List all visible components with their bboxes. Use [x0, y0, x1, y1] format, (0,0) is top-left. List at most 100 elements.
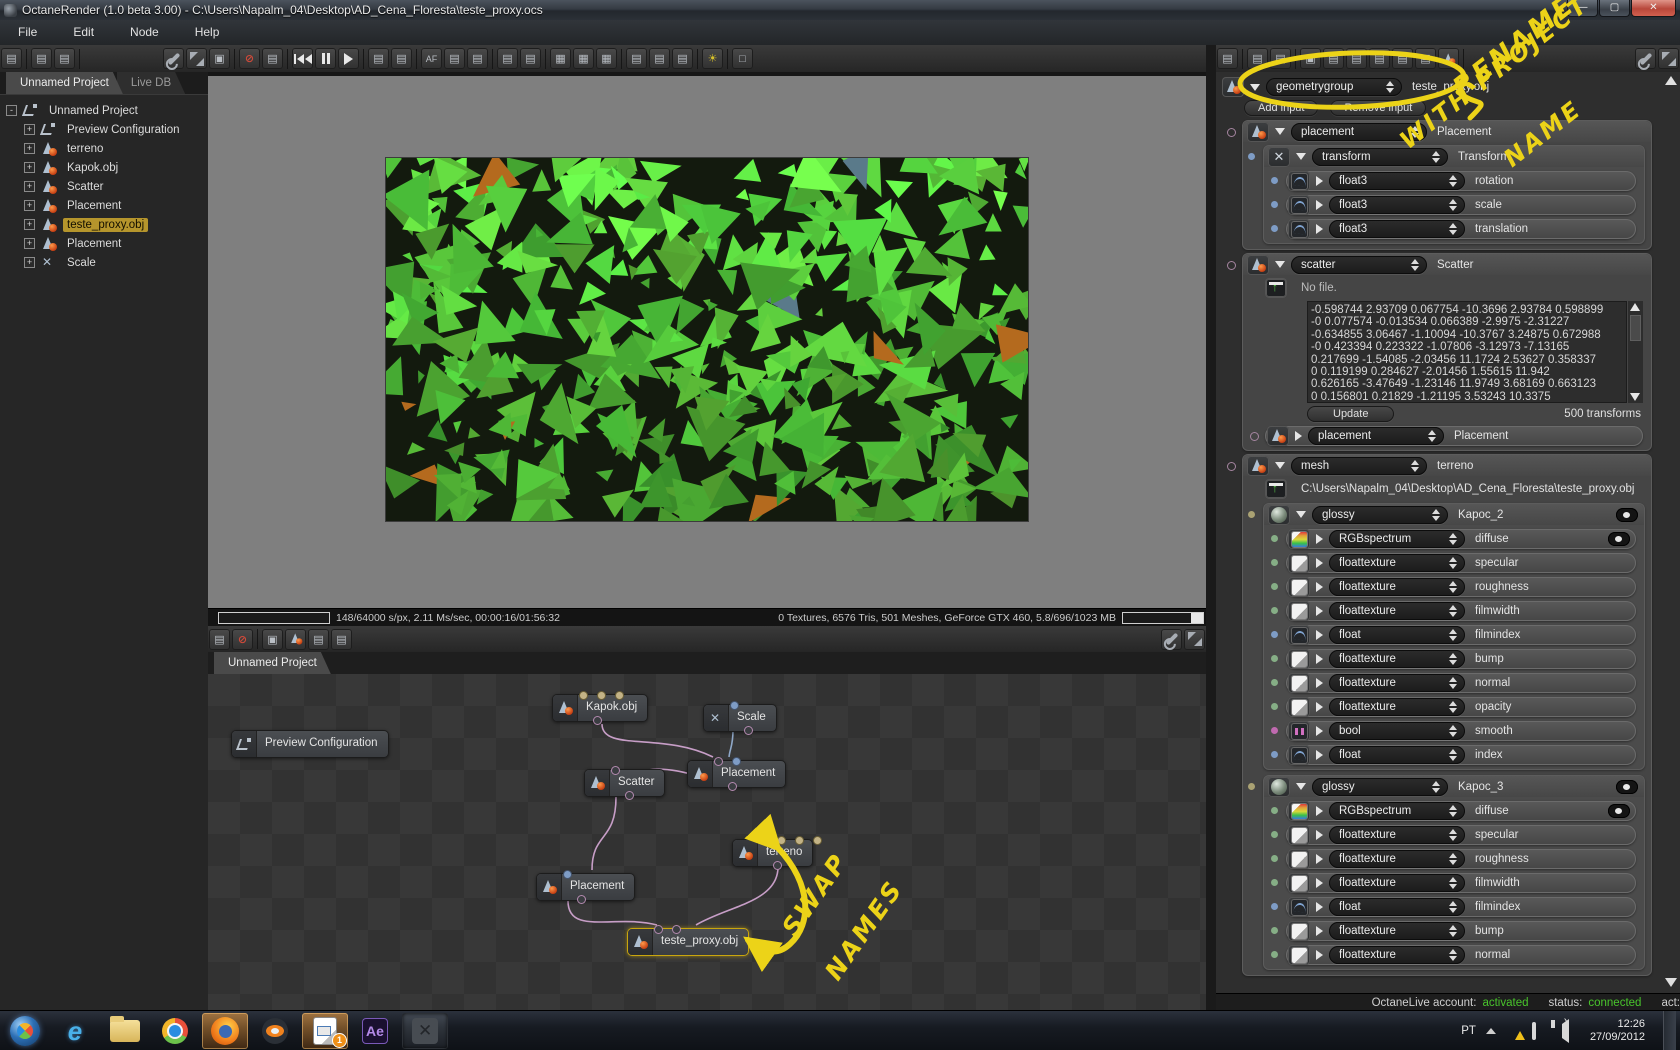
param-row-filmwidth[interactable]: floattexture filmwidth — [1271, 873, 1636, 893]
menu-help[interactable]: Help — [177, 20, 238, 45]
expand-icon[interactable] — [186, 48, 207, 69]
image-node-icon[interactable]: ▣ — [1300, 48, 1321, 69]
pin-icon[interactable] — [1271, 703, 1278, 710]
param-row-rotation[interactable]: float3 rotation — [1271, 171, 1636, 191]
input-pin[interactable] — [579, 691, 588, 700]
group-header[interactable]: glossy Kapoc_2 — [1248, 504, 1644, 525]
pin-icon[interactable] — [1271, 535, 1278, 542]
type-dropdown[interactable]: bool — [1329, 722, 1465, 740]
camera-node-icon[interactable]: ▤ — [1323, 48, 1344, 69]
pause-icon[interactable] — [315, 48, 336, 69]
wrench-icon[interactable] — [1635, 48, 1656, 69]
input-pin[interactable] — [813, 836, 822, 845]
param-row-roughness[interactable]: floattexture roughness — [1271, 849, 1636, 869]
type-dropdown[interactable]: floattexture — [1329, 922, 1465, 940]
pin-icon[interactable] — [1248, 152, 1255, 160]
expand-caret-icon[interactable] — [1316, 750, 1323, 760]
taskbar-firefox[interactable] — [202, 1013, 248, 1049]
imager-node-icon[interactable]: ▤ — [1392, 48, 1413, 69]
update-button[interactable]: Update — [1307, 406, 1395, 422]
tree-expander-icon[interactable]: + — [24, 124, 35, 135]
type-dropdown[interactable]: RGBspectrum — [1329, 802, 1465, 820]
type-dropdown[interactable]: floattexture — [1329, 698, 1465, 716]
input-pin[interactable] — [777, 836, 786, 845]
pin-icon[interactable] — [1271, 751, 1278, 758]
group-header[interactable]: placement Placement — [1227, 121, 1651, 142]
visibility-eye-icon[interactable] — [1608, 532, 1630, 546]
menu-node[interactable]: Node — [112, 20, 177, 45]
pin-icon[interactable] — [1271, 679, 1278, 686]
collapse-caret-icon[interactable] — [1296, 783, 1306, 790]
expand-caret-icon[interactable] — [1316, 606, 1323, 616]
pin-icon[interactable] — [1271, 831, 1278, 838]
tree-expander-icon[interactable]: + — [24, 219, 35, 230]
collapse-caret-icon[interactable] — [1275, 128, 1285, 135]
type-dropdown[interactable]: float3 — [1329, 220, 1465, 238]
expand-caret-icon[interactable] — [1316, 654, 1323, 664]
param-row-diffuse[interactable]: RGBspectrum diffuse — [1271, 529, 1636, 549]
type-dropdown[interactable]: mesh — [1291, 456, 1427, 475]
list-view-icon[interactable]: ▤ — [1, 48, 22, 69]
collapse-caret-icon[interactable] — [1296, 153, 1306, 160]
pin-icon[interactable] — [1248, 510, 1255, 518]
lens2-icon[interactable]: ▤ — [520, 48, 541, 69]
pick-region-icon[interactable]: ▤ — [262, 48, 283, 69]
group-header[interactable]: mesh terreno — [1227, 455, 1651, 476]
tree-item-placement[interactable]: + Placement — [6, 196, 208, 215]
add-image-icon[interactable]: ▣ — [262, 628, 283, 650]
collapse-caret-icon[interactable] — [1250, 83, 1260, 91]
input-pin[interactable] — [732, 757, 741, 766]
param-row-scale[interactable]: float3 scale — [1271, 195, 1636, 215]
type-dropdown[interactable]: glossy — [1312, 505, 1448, 524]
node-graph[interactable]: Preview Configuration Kapok.obj Scale Scatt… — [208, 674, 1206, 1010]
node-type-dropdown[interactable]: geometrygroup — [1266, 78, 1402, 96]
param-row-bump[interactable]: floattexture bump — [1271, 649, 1636, 669]
collapse-caret-icon[interactable] — [1296, 511, 1306, 518]
taskbar-internet-explorer[interactable]: e — [52, 1013, 98, 1049]
add-rendertarget-icon[interactable]: ▤ — [308, 628, 329, 650]
expand-caret-icon[interactable] — [1316, 854, 1323, 864]
graph-node-preview-configuration[interactable]: Preview Configuration — [231, 730, 389, 758]
tree-item-terreno[interactable]: + terreno — [6, 139, 208, 158]
tree-item-preview-configuration[interactable]: + Preview Configuration — [6, 120, 208, 139]
tree-expander-icon[interactable]: + — [24, 143, 35, 154]
whitebalance-icon[interactable]: ▤ — [444, 48, 465, 69]
type-dropdown[interactable]: floattexture — [1329, 602, 1465, 620]
output-pin[interactable] — [625, 791, 634, 800]
type-dropdown[interactable]: floattexture — [1329, 650, 1465, 668]
group-header[interactable]: ✕ transform Transform — [1248, 146, 1644, 167]
input-pin[interactable] — [714, 757, 723, 766]
input-pin[interactable] — [615, 691, 624, 700]
tree-expander-icon[interactable]: + — [24, 181, 35, 192]
param-row-filmindex[interactable]: float filmindex — [1271, 897, 1636, 917]
param-row-opacity[interactable]: floattexture opacity — [1271, 697, 1636, 717]
restart-icon[interactable] — [292, 48, 313, 69]
expand-icon[interactable] — [1658, 48, 1679, 69]
output-pin[interactable] — [593, 716, 602, 725]
expand-caret-icon[interactable] — [1316, 926, 1323, 936]
expand-caret-icon[interactable] — [1316, 558, 1323, 568]
project-tab-live-db[interactable]: Live DB — [117, 72, 185, 94]
annotate-icon[interactable]: ▤ — [331, 628, 352, 650]
expand-caret-icon[interactable] — [1316, 806, 1323, 816]
param-row-diffuse[interactable]: RGBspectrum diffuse — [1271, 801, 1636, 821]
type-dropdown[interactable]: floattexture — [1329, 850, 1465, 868]
param-row-bump[interactable]: floattexture bump — [1271, 921, 1636, 941]
type-dropdown[interactable]: floattexture — [1329, 578, 1465, 596]
tree-expander-icon[interactable]: + — [24, 238, 35, 249]
checker-full-icon[interactable]: ▦ — [550, 48, 571, 69]
tree-item-scatter[interactable]: + Scatter — [6, 177, 208, 196]
rendertarget-icon[interactable]: ▤ — [1217, 48, 1238, 69]
type-dropdown[interactable]: placement — [1291, 122, 1427, 141]
wrench-icon[interactable] — [1161, 628, 1182, 650]
graph-node-scale[interactable]: Scale — [703, 701, 777, 735]
region-icon[interactable]: ▤ — [391, 48, 412, 69]
data-scrollbar[interactable] — [1628, 301, 1643, 403]
pin-icon[interactable] — [1271, 201, 1278, 208]
render-viewport[interactable] — [208, 76, 1206, 608]
collapse-caret-icon[interactable] — [1275, 462, 1285, 469]
expand-caret-icon[interactable] — [1316, 902, 1323, 912]
expand-caret-icon[interactable] — [1316, 702, 1323, 712]
link-tool-icon[interactable]: ▤ — [209, 628, 230, 650]
collapsed-node-row-placement[interactable]: placement Placement — [1250, 426, 1643, 446]
